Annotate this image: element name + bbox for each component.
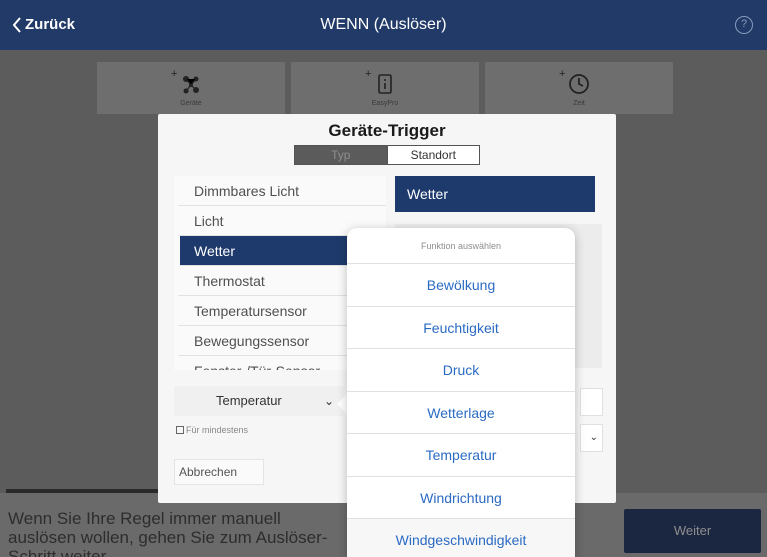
top-bar: Zurück WENN (Auslöser) ? (0, 0, 767, 50)
plus-icon: + (365, 68, 372, 80)
tile-geraete[interactable]: + Geräte (97, 62, 285, 114)
segment-typ[interactable]: Typ (295, 146, 387, 164)
list-item[interactable]: Dimmbares Licht (178, 176, 386, 206)
remote-icon (378, 74, 392, 94)
cancel-button[interactable]: Abbrechen (174, 459, 264, 485)
value-input[interactable] (580, 388, 603, 416)
function-option[interactable]: Bewölkung (347, 264, 575, 307)
function-option[interactable]: Feuchtigkeit (347, 307, 575, 349)
function-popover: Funktion auswählen Bewölkung Feuchtigkei… (347, 228, 575, 557)
operator-select[interactable]: ⌄ (580, 424, 603, 452)
chevron-down-icon: ⌄ (589, 432, 598, 443)
function-option[interactable]: Temperatur (347, 434, 575, 477)
function-option[interactable]: Windrichtung (347, 477, 575, 519)
clock-icon (569, 74, 589, 94)
selected-device[interactable]: Wetter (395, 176, 595, 212)
chevron-down-icon: ⌄ (324, 394, 335, 408)
popover-header: Funktion auswählen (347, 228, 575, 264)
dropdown-value: Temperatur (216, 393, 282, 408)
duration-checkbox-row[interactable]: Für mindestens (176, 425, 248, 435)
footer-hint: Wenn Sie Ihre Regel immer manuell auslös… (8, 509, 328, 557)
device-nodes-icon (183, 76, 199, 94)
checkbox[interactable] (176, 426, 184, 434)
tile-label: EasyPro (371, 100, 399, 107)
plus-icon: + (171, 68, 178, 80)
tile-label: Geräte (180, 100, 202, 107)
page-title: WENN (Auslöser) (320, 16, 447, 33)
function-dropdown[interactable]: Temperatur ⌄ (174, 386, 344, 416)
tile-zeit[interactable]: + Zeit (485, 62, 673, 114)
next-button[interactable]: Weiter (624, 509, 761, 553)
tile-label: Zeit (573, 100, 585, 107)
segment-standort[interactable]: Standort (386, 146, 480, 164)
plus-icon: + (559, 68, 566, 80)
function-option[interactable]: Druck (347, 349, 575, 392)
segment-control: Typ Standort (294, 145, 480, 165)
checkbox-label: Für mindestens (186, 425, 249, 435)
help-icon[interactable]: ? (735, 16, 753, 34)
function-option[interactable]: Windgeschwindigkeit (347, 519, 575, 557)
trigger-tiles: + Geräte + EasyPro + Zeit (97, 62, 673, 114)
tile-easypro[interactable]: + EasyPro (291, 62, 479, 114)
function-option[interactable]: Wetterlage (347, 392, 575, 434)
dialog-title: Geräte-Trigger (328, 121, 446, 140)
